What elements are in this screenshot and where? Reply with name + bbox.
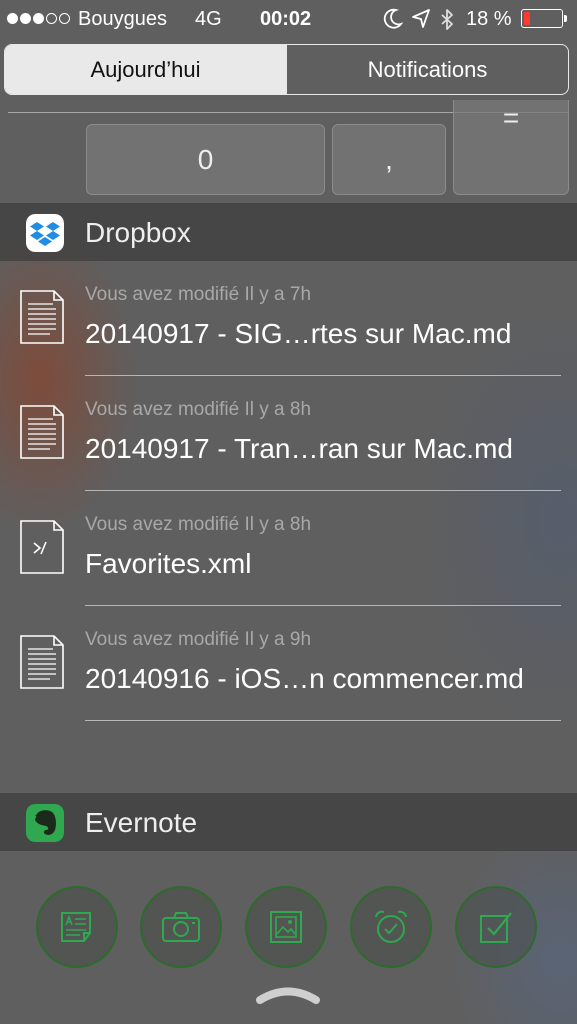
photo-button[interactable]	[245, 886, 327, 968]
text-note-icon	[61, 912, 91, 942]
reminder-button[interactable]	[350, 886, 432, 968]
carrier-label: Bouygues	[78, 8, 167, 30]
pull-handle-icon[interactable]	[255, 985, 321, 1005]
battery-percentage: 18 %	[466, 8, 512, 30]
calculator-key-comma[interactable]: ,	[332, 124, 446, 195]
list-item[interactable]: Vous avez modifié Il y a 7h 20140917 - S…	[0, 262, 577, 377]
clock: 00:02	[260, 8, 312, 30]
divider	[85, 375, 561, 376]
photo-icon	[270, 911, 302, 943]
item-modified-time: Vous avez modifié Il y a 7h	[85, 284, 312, 305]
item-filename: Favorites.xml	[85, 548, 252, 579]
divider	[85, 720, 561, 721]
code-document-icon	[20, 520, 64, 574]
evernote-app-icon	[26, 804, 64, 842]
divider	[85, 605, 561, 606]
bluetooth-icon	[441, 9, 453, 30]
item-modified-time: Vous avez modifié Il y a 8h	[85, 399, 312, 420]
location-arrow-icon	[412, 9, 430, 28]
evernote-header[interactable]: Evernote	[0, 793, 577, 851]
dropbox-app-icon	[26, 214, 64, 252]
calculator-key-zero[interactable]: 0	[86, 124, 325, 195]
battery-icon	[521, 9, 563, 28]
view-segmented-control: Aujourd’hui Notifications	[4, 44, 569, 95]
item-filename: 20140917 - Tran…ran sur Mac.md	[85, 433, 513, 464]
signal-strength-icon	[7, 13, 70, 24]
tab-today[interactable]: Aujourd’hui	[5, 45, 286, 94]
camera-button[interactable]	[140, 886, 222, 968]
text-document-icon	[20, 635, 64, 689]
battery-level-fill	[524, 12, 530, 25]
divider	[85, 490, 561, 491]
status-bar: Bouygues 4G 00:02 18 %	[0, 0, 577, 40]
evernote-title: Evernote	[85, 807, 198, 838]
camera-icon	[162, 912, 200, 942]
text-document-icon	[20, 290, 64, 344]
moon-icon	[383, 8, 403, 29]
dropbox-header[interactable]: Dropbox	[0, 203, 577, 261]
text-document-icon	[20, 405, 64, 459]
text-note-button[interactable]	[36, 886, 118, 968]
calculator-key-equals[interactable]: =	[453, 100, 569, 195]
checklist-icon	[480, 912, 512, 943]
item-modified-time: Vous avez modifié Il y a 8h	[85, 514, 312, 535]
item-filename: 20140917 - SIG…rtes sur Mac.md	[85, 318, 512, 349]
list-item[interactable]: Vous avez modifié Il y a 8h 20140917 - T…	[0, 377, 577, 492]
list-item[interactable]: Vous avez modifié Il y a 9h 20140916 - i…	[0, 607, 577, 722]
item-modified-time: Vous avez modifié Il y a 9h	[85, 629, 312, 650]
checklist-button[interactable]	[455, 886, 537, 968]
list-item[interactable]: Vous avez modifié Il y a 8h Favorites.xm…	[0, 492, 577, 607]
tab-notifications[interactable]: Notifications	[286, 45, 568, 94]
battery-tip	[564, 15, 567, 22]
item-filename: 20140916 - iOS…n commencer.md	[85, 663, 524, 694]
dropbox-title: Dropbox	[85, 217, 191, 248]
network-label: 4G	[195, 8, 222, 30]
reminder-alarm-icon	[375, 910, 407, 943]
